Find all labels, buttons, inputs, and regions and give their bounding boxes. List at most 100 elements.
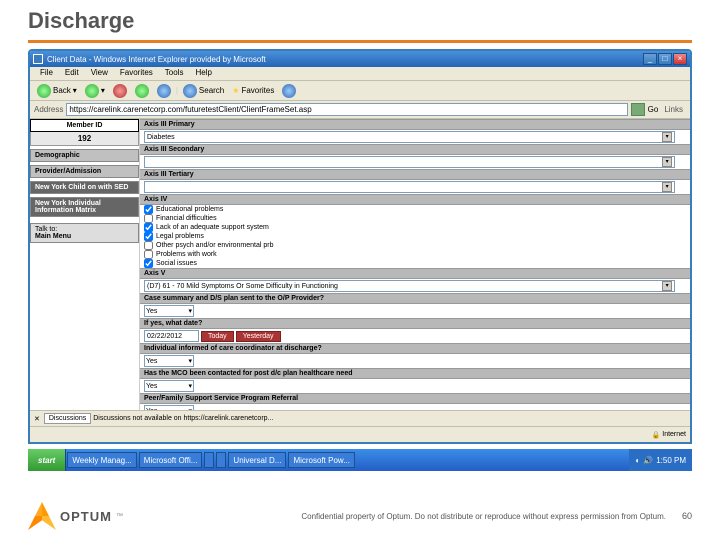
search-button[interactable]: Search bbox=[180, 83, 227, 99]
history-button[interactable] bbox=[279, 83, 299, 99]
logo-icon bbox=[28, 502, 56, 530]
stop-icon bbox=[113, 84, 127, 98]
task-item[interactable] bbox=[216, 452, 226, 468]
address-input[interactable] bbox=[66, 103, 627, 116]
axis4-label: Financial difficulties bbox=[156, 215, 217, 222]
links-label[interactable]: Links bbox=[661, 105, 686, 114]
tray-icon[interactable]: ◐ bbox=[635, 456, 640, 465]
task-item[interactable] bbox=[204, 452, 214, 468]
axis3-primary-header: Axis III Primary bbox=[140, 119, 690, 130]
axis4-checkbox[interactable] bbox=[144, 241, 153, 250]
axis4-checkbox[interactable] bbox=[144, 259, 153, 268]
axis4-checkbox-row: Social issues bbox=[140, 259, 690, 268]
axis4-checkbox-row: Financial difficulties bbox=[140, 214, 690, 223]
axis3-tertiary-header: Axis III Tertiary bbox=[140, 169, 690, 180]
axis4-checkbox-row: Legal problems bbox=[140, 232, 690, 241]
axis3-secondary-header: Axis III Secondary bbox=[140, 144, 690, 155]
menu-favorites[interactable]: Favorites bbox=[114, 67, 159, 80]
discussions-tab[interactable]: Discussions bbox=[44, 413, 91, 424]
clock: 1:50 PM bbox=[656, 456, 686, 465]
go-button[interactable] bbox=[631, 103, 645, 116]
axis4-checkbox[interactable] bbox=[144, 214, 153, 223]
task-item[interactable]: Microsoft Offi... bbox=[139, 452, 203, 468]
title-underline bbox=[28, 40, 692, 43]
refresh-button[interactable] bbox=[132, 83, 152, 99]
close-button[interactable]: × bbox=[673, 53, 687, 65]
home-icon bbox=[157, 84, 171, 98]
member-id-label: Member ID bbox=[30, 119, 139, 132]
menu-bar: File Edit View Favorites Tools Help bbox=[30, 67, 690, 81]
sidebar-item-nymatrix[interactable]: New York Individual Information Matrix bbox=[30, 197, 139, 217]
menu-help[interactable]: Help bbox=[189, 67, 217, 80]
axis4-checkbox[interactable] bbox=[144, 223, 153, 232]
system-tray[interactable]: ◐ 🔊 1:50 PM bbox=[629, 449, 692, 471]
stop-button[interactable] bbox=[110, 83, 130, 99]
discussions-msg: Discussions not available on https://car… bbox=[93, 415, 273, 422]
today-button[interactable]: Today bbox=[201, 331, 234, 342]
axis4-checkbox[interactable] bbox=[144, 232, 153, 241]
mco-header: Has the MCO been contacted for post d/c … bbox=[140, 368, 690, 379]
axis4-label: Other psych and/or environmental prb bbox=[156, 242, 274, 249]
back-button[interactable]: Back▾ bbox=[34, 83, 80, 99]
sidebar-item-demographic[interactable]: Demographic bbox=[30, 149, 139, 162]
axis3-tertiary-select[interactable]: ▾ bbox=[144, 181, 675, 193]
axis4-label: Social issues bbox=[156, 260, 197, 267]
task-item[interactable]: Weekly Manag... bbox=[67, 452, 136, 468]
logo-text: OPTUM bbox=[60, 509, 112, 524]
search-icon bbox=[183, 84, 197, 98]
informed-select[interactable]: Yes▾ bbox=[144, 355, 194, 367]
menu-tools[interactable]: Tools bbox=[159, 67, 190, 80]
axis4-label: Lack of an adequate support system bbox=[156, 224, 269, 231]
address-bar: Address Go Links bbox=[30, 101, 690, 119]
mco-select[interactable]: Yes▾ bbox=[144, 380, 194, 392]
main-menu-link[interactable]: Main Menu bbox=[35, 233, 71, 240]
toolbar: Back▾ ▾ | Search ★Favorites bbox=[30, 81, 690, 101]
task-item[interactable]: Microsoft Pow... bbox=[288, 452, 354, 468]
axis4-label: Legal problems bbox=[156, 233, 204, 240]
task-item[interactable]: Universal D... bbox=[228, 452, 286, 468]
informed-header: Individual informed of care coordinator … bbox=[140, 343, 690, 354]
axis3-secondary-select[interactable]: ▾ bbox=[144, 156, 675, 168]
refresh-icon bbox=[135, 84, 149, 98]
go-label: Go bbox=[648, 105, 659, 114]
forward-button[interactable]: ▾ bbox=[82, 83, 108, 99]
home-button[interactable] bbox=[154, 83, 174, 99]
talk-to-label: Talk to: bbox=[35, 226, 134, 233]
ie-window: Client Data - Windows Internet Explorer … bbox=[28, 49, 692, 444]
history-icon bbox=[282, 84, 296, 98]
favorites-button[interactable]: ★Favorites bbox=[229, 85, 277, 96]
tray-icon[interactable]: 🔊 bbox=[643, 456, 653, 465]
axis4-label: Problems with work bbox=[156, 251, 217, 258]
footer-row: OPTUM™ Confidential property of Optum. D… bbox=[0, 492, 720, 540]
axis4-checkbox-row: Lack of an adequate support system bbox=[140, 223, 690, 232]
case-summary-header: Case summary and D/S plan sent to the O/… bbox=[140, 293, 690, 304]
maximize-button[interactable]: □ bbox=[658, 53, 672, 65]
case-summary-select[interactable]: Yes▾ bbox=[144, 305, 194, 317]
forward-icon bbox=[85, 84, 99, 98]
peer-select[interactable]: Yes▾ bbox=[144, 405, 194, 410]
axis4-label: Educational problems bbox=[156, 206, 223, 213]
footer-text: Confidential property of Optum. Do not d… bbox=[301, 512, 666, 521]
main-form: Axis III Primary Diabetes▾ Axis III Seco… bbox=[140, 119, 690, 410]
sidebar-item-provider[interactable]: Provider/Admission bbox=[30, 165, 139, 178]
member-id-value: 192 bbox=[30, 132, 139, 146]
sidebar-mainmenu[interactable]: Talk to: Main Menu bbox=[30, 223, 139, 243]
menu-file[interactable]: File bbox=[34, 67, 59, 80]
start-button[interactable]: start bbox=[28, 449, 66, 471]
slide-title: Discharge bbox=[0, 0, 720, 38]
sidebar-item-nychild[interactable]: New York Child on with SED bbox=[30, 181, 139, 194]
sidebar: Member ID 192 Demographic Provider/Admis… bbox=[30, 119, 140, 410]
axis3-primary-select[interactable]: Diabetes▾ bbox=[144, 131, 675, 143]
security-icon: 🔒 bbox=[652, 431, 661, 439]
yesterday-button[interactable]: Yesterday bbox=[236, 331, 281, 342]
axis4-checkbox[interactable] bbox=[144, 205, 153, 214]
axis4-checkbox-row: Educational problems bbox=[140, 205, 690, 214]
menu-view[interactable]: View bbox=[85, 67, 114, 80]
axis4-checkbox[interactable] bbox=[144, 250, 153, 259]
minimize-button[interactable]: _ bbox=[643, 53, 657, 65]
date-input[interactable] bbox=[144, 330, 199, 342]
menu-edit[interactable]: Edit bbox=[59, 67, 85, 80]
internet-zone: Internet bbox=[662, 431, 686, 438]
axis5-select[interactable]: (D7) 61 - 70 Mild Symptoms Or Some Diffi… bbox=[144, 280, 675, 292]
taskbar: start Weekly Manag... Microsoft Offi... … bbox=[28, 449, 692, 471]
